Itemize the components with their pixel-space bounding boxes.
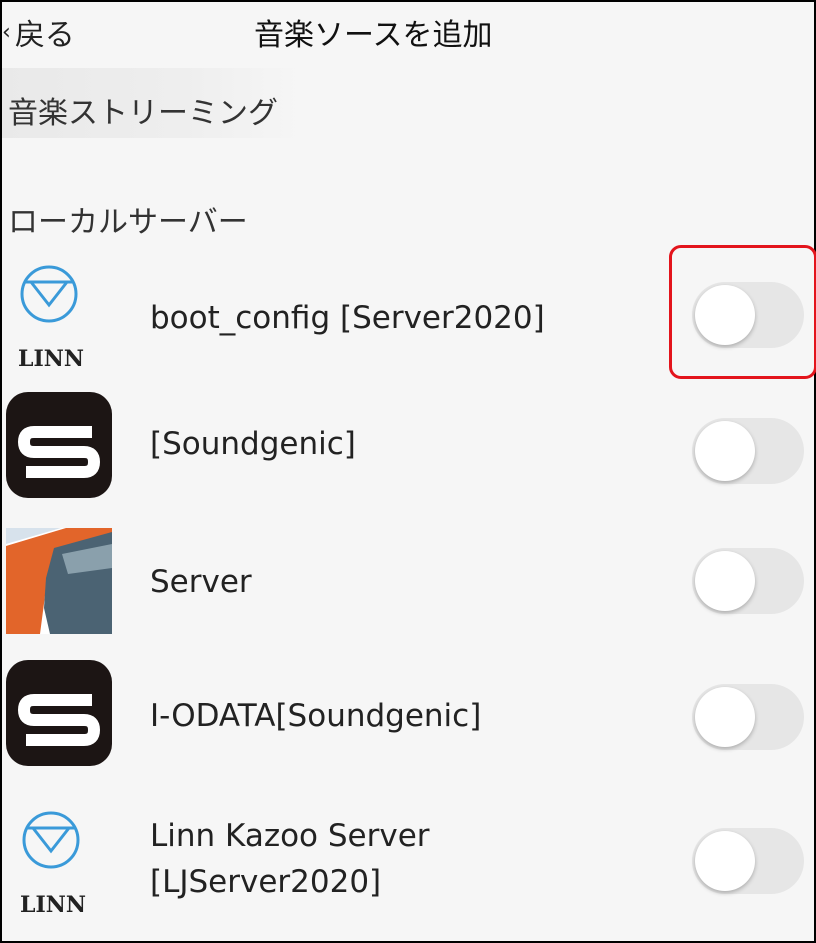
server-row: LINN Linn Kazoo Server [LJServer2020] <box>2 802 814 927</box>
chevron-left-icon: ‹ <box>2 19 11 45</box>
server-name: [Soundgenic] <box>150 426 356 462</box>
server-name: Server <box>150 564 252 600</box>
music-streaming-item[interactable]: 音楽ストリーミング <box>2 68 302 138</box>
server-row: I-ODATA[Soundgenic] <box>2 654 814 779</box>
server-name: boot_config [Server2020] <box>150 300 545 336</box>
server-toggle[interactable] <box>692 548 804 614</box>
server-row: Server <box>2 512 814 637</box>
soundgenic-logo-icon <box>6 392 112 498</box>
music-streaming-label: 音楽ストリーミング <box>8 96 278 131</box>
linn-logo-icon: LINN <box>6 262 112 372</box>
server-toggle[interactable] <box>692 684 804 750</box>
server-row: [Soundgenic] <box>2 382 814 507</box>
local-servers-header: ローカルサーバー <box>8 205 248 240</box>
server-name: Linn Kazoo Server <box>150 818 430 854</box>
linn-logo-icon: LINN <box>6 808 112 918</box>
highlight-box <box>669 245 816 379</box>
server-toggle[interactable] <box>692 418 804 484</box>
navigation-bar: ‹ 戻る 音楽ソースを追加 <box>2 2 814 64</box>
server-toggle[interactable] <box>692 828 804 894</box>
server-logo-icon <box>6 528 112 634</box>
back-button[interactable]: ‹ 戻る <box>2 10 75 54</box>
toggle-knob <box>695 551 755 611</box>
linn-logo-text: LINN <box>18 346 84 368</box>
page-title: 音楽ソースを追加 <box>254 18 493 53</box>
server-name-line2: [LJServer2020] <box>150 864 382 900</box>
soundgenic-logo-icon <box>6 660 112 766</box>
linn-logo-text: LINN <box>20 892 86 914</box>
toggle-knob <box>695 831 755 891</box>
server-name: I-ODATA[Soundgenic] <box>150 698 482 734</box>
toggle-knob <box>695 421 755 481</box>
screen-frame: ‹ 戻る 音楽ソースを追加 音楽ストリーミング ローカルサーバー LINN bo… <box>0 0 816 943</box>
back-label: 戻る <box>14 18 75 53</box>
toggle-knob <box>695 687 755 747</box>
